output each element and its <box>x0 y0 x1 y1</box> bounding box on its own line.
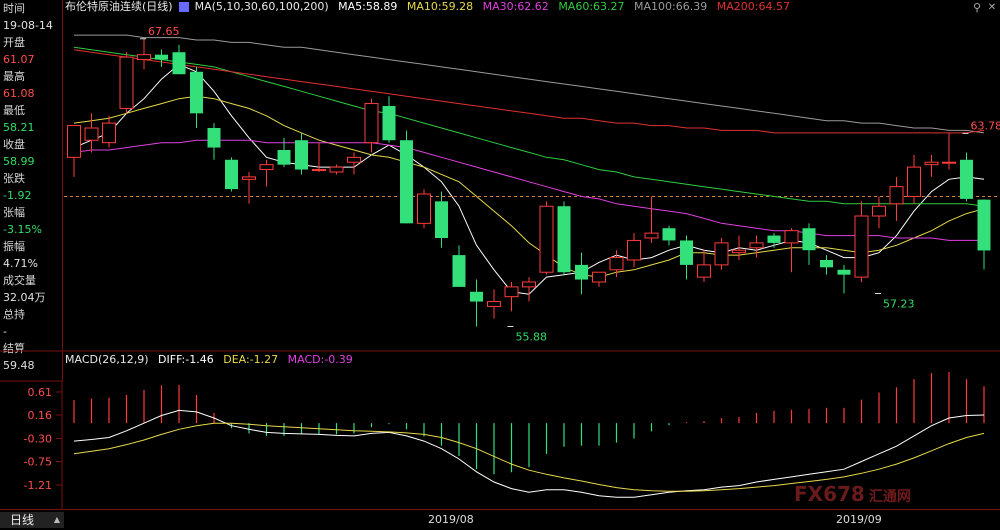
candle-body-down <box>558 206 571 272</box>
candle-body-down <box>470 292 483 302</box>
fx678-watermark: FX678汇通网 <box>794 482 911 508</box>
candle-body-down <box>820 260 833 267</box>
candle-body-up <box>365 104 378 143</box>
candle-body-up <box>540 206 553 272</box>
candle-body-up <box>593 272 606 282</box>
candle-body-up <box>243 177 256 179</box>
candle-body-down <box>838 270 851 275</box>
ma-line-ma60 <box>74 47 984 206</box>
chart-canvas[interactable]: 67.65 55.88 57.23 63.78 0.61 0.16 -0.30 -0.75 -1… <box>0 0 1000 509</box>
candle-body-down <box>803 228 816 250</box>
candle-body-up <box>505 287 518 297</box>
candle-body-up <box>908 167 921 196</box>
annotation-label: 63.78 <box>971 119 1000 132</box>
date-label-aug: 2019/08 <box>428 513 474 526</box>
candle-body-up <box>488 302 501 307</box>
candle-body-up <box>890 187 903 204</box>
macd-y-tick-label: -0.75 <box>24 456 52 469</box>
candle-body-down <box>978 200 991 251</box>
candle-body-up <box>120 57 133 108</box>
ma-line-ma200 <box>74 50 984 133</box>
candle-body-down <box>190 72 203 114</box>
candle-body-up <box>645 233 658 238</box>
ma-line-ma10 <box>74 96 984 277</box>
candle-body-down <box>295 140 308 169</box>
candle-body-down <box>663 228 676 240</box>
candle-body-down <box>453 255 466 287</box>
ma-line-ma100 <box>74 35 984 133</box>
candle-body-down <box>680 240 693 264</box>
candle-body-down <box>435 201 448 238</box>
candle-body-down <box>575 265 588 280</box>
candle-body-down <box>155 55 168 60</box>
candle-body-up <box>348 157 361 162</box>
candle-body-up <box>138 55 151 60</box>
candle-body-up <box>313 170 326 171</box>
candle-body-up <box>68 126 81 158</box>
watermark-cn: 汇通网 <box>869 489 911 505</box>
candle-body-up <box>260 165 273 170</box>
candle-body-down <box>768 236 781 243</box>
candle-body-down <box>173 52 186 74</box>
macd-y-tick-label: -0.30 <box>24 433 52 446</box>
date-label-sep: 2019/09 <box>836 513 882 526</box>
annotation-label: 55.88 <box>516 330 548 343</box>
candle-body-up <box>610 258 623 270</box>
candle-body-up <box>418 194 431 223</box>
macd-y-tick-label: -1.21 <box>24 479 52 492</box>
candle-body-down <box>960 160 973 199</box>
candle-body-up <box>523 282 536 287</box>
candle-body-up <box>715 243 728 265</box>
annotation-label: 57.23 <box>883 297 915 310</box>
candle-body-up <box>943 162 956 163</box>
ma-line-ma30 <box>74 140 984 240</box>
time-axis-bar: 日线 2019/08 2019/09 <box>0 509 1000 530</box>
annotation-label: 67.65 <box>148 25 180 38</box>
candle-body-down <box>225 160 238 189</box>
candle-body-up <box>785 231 798 243</box>
candle-body-up <box>750 243 763 248</box>
candle-body-down <box>208 128 221 148</box>
ma-line-ma5 <box>74 64 984 294</box>
period-tab-daily[interactable]: 日线 <box>0 512 64 528</box>
candle-body-up <box>733 250 746 252</box>
watermark-fx: FX678 <box>794 482 865 506</box>
candle-body-up <box>925 162 938 164</box>
candle-body-up <box>698 265 711 277</box>
candle-body-up <box>85 128 98 140</box>
candle-body-up <box>103 123 116 143</box>
candle-body-down <box>383 106 396 140</box>
candle-body-down <box>400 140 413 223</box>
candle-body-down <box>278 150 291 165</box>
candle-body-up <box>855 216 868 277</box>
macd-y-tick-label: 0.61 <box>28 386 53 399</box>
macd-y-tick-label: 0.16 <box>28 409 53 422</box>
candle-body-up <box>628 240 641 260</box>
candle-body-up <box>330 167 343 172</box>
candle-body-up <box>873 206 886 216</box>
